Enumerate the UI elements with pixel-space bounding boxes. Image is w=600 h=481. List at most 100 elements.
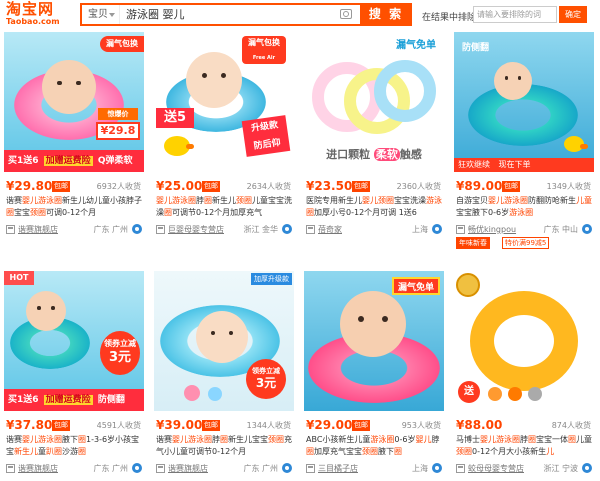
- shop-icon: [156, 464, 165, 473]
- product-card[interactable]: 防侧翻 狂欢继续 现在下单 ¥89.00 包邮 1349人收货 自游宝贝婴儿游泳…: [454, 32, 594, 249]
- wangwang-chat-icon[interactable]: [432, 463, 442, 473]
- title-highlight: 圈: [276, 435, 284, 444]
- product-title[interactable]: 婴儿游泳圈脖圈新生儿颈圈儿童宝宝洗澡圈可调节0-12个月加厚充气: [156, 195, 292, 219]
- title-text: 医院: [306, 196, 322, 205]
- title-highlight: 游泳: [38, 435, 54, 444]
- promo-badge: 惊爆价: [98, 108, 138, 120]
- title-highlight: 颈: [268, 435, 276, 444]
- wangwang-chat-icon[interactable]: [582, 224, 592, 234]
- product-card[interactable]: 送 ¥88.00 874人收货 马博士婴儿游泳圈脖圈宝宝一体圈儿童颈圈0-12个…: [454, 271, 594, 479]
- toy-icon: [208, 387, 222, 401]
- price: ¥39.00: [156, 418, 203, 432]
- title-highlight: 儿: [576, 196, 584, 205]
- title-highlight: 圈: [164, 208, 172, 217]
- exclude-confirm-button[interactable]: 确定: [559, 6, 587, 23]
- shop-link[interactable]: 巨婴母婴专营店: [168, 223, 224, 236]
- price-row: ¥29.80 包邮 6932人收货: [6, 179, 144, 193]
- shop-location: 浙江 金华: [243, 225, 278, 234]
- product-title[interactable]: 马博士婴儿游泳圈脖圈宝宝一体圈儿童颈圈0-12个月大小孩新生儿: [456, 434, 592, 458]
- product-title[interactable]: 谐赛婴儿游泳圈新生儿幼儿童小孩脖子圈宝宝颈圈可调0-12个月: [6, 195, 142, 219]
- search-input[interactable]: 游泳圈 婴儿: [126, 5, 185, 24]
- title-highlight: 圈: [306, 447, 314, 456]
- promo-tag[interactable]: 特价满99减5: [502, 237, 550, 249]
- promo-badge: 漏气包换 Free Air Leakage: [242, 36, 286, 76]
- title-highlight: 颈: [236, 196, 244, 205]
- shop-link[interactable]: 蛟母母婴专营店: [468, 462, 524, 475]
- wangwang-chat-icon[interactable]: [282, 224, 292, 234]
- sales-count: 4591人收货: [96, 421, 141, 430]
- promo-text: 漏气免单: [396, 36, 436, 51]
- product-image[interactable]: 漏气免单 进口颗粒 柔软 触感: [304, 32, 444, 172]
- wangwang-chat-icon[interactable]: [132, 224, 142, 234]
- product-card[interactable]: 漏气包换 惊爆价 ¥29.8 买1送6 加赠运费险 Q弹柔软 ¥29.80 包邮…: [4, 32, 144, 240]
- product-title[interactable]: 谐赛婴儿游泳圈腋下圈1-3-6岁小孩宝宝新生儿童趴圈沙游圈: [6, 434, 142, 458]
- title-text: 新生儿幼儿童小孩脖子: [62, 196, 142, 205]
- wangwang-chat-icon[interactable]: [432, 224, 442, 234]
- promo-text: 领券立减: [252, 367, 280, 375]
- shop-link[interactable]: 谐赛旗舰店: [18, 462, 58, 475]
- toy-icon: [488, 387, 502, 401]
- shop-link[interactable]: 畅优kingpou: [468, 223, 516, 236]
- product-image[interactable]: 送: [454, 271, 594, 411]
- product-card[interactable]: 加厚升级款 领券立减 3元 ¥39.00 包邮 1344人收货 谐赛婴儿游泳圈脖…: [154, 271, 294, 479]
- promo-text: 加赠运费险: [43, 395, 93, 405]
- title-highlight: 圈: [464, 447, 472, 456]
- shop-icon: [306, 464, 315, 473]
- camera-icon[interactable]: [340, 9, 352, 19]
- shop-link[interactable]: 蓓奇家: [318, 223, 342, 236]
- product-image[interactable]: 防侧翻 狂欢继续 现在下单: [454, 32, 594, 172]
- product-image[interactable]: 漏气包换 Free Air Leakage 送5 升级款 防后仰: [154, 32, 294, 172]
- top-bar: 淘宝网 Taobao.com 宝贝 游泳圈 婴儿 搜 索 在结果中排除 请输入要…: [0, 0, 600, 30]
- title-highlight: 圈: [370, 447, 378, 456]
- shop-link[interactable]: 谐赛旗舰店: [18, 223, 58, 236]
- product-image[interactable]: HOT 领券立减 3元 买1送6 加赠运费险 防侧翻: [4, 271, 144, 411]
- title-highlight: 圈: [54, 196, 62, 205]
- shop-link[interactable]: 谐赛旗舰店: [168, 462, 208, 475]
- title-highlight: 圈: [54, 435, 62, 444]
- title-text: 宝宝洗澡: [394, 196, 426, 205]
- gift-badge: 送: [458, 381, 480, 403]
- product-title[interactable]: 医院专用新生儿婴儿颈圈宝宝洗澡游泳圈加厚小号0-12个月可调 1送6: [306, 195, 442, 219]
- promo-text: 领券立减: [104, 339, 136, 348]
- title-text: 童: [38, 447, 46, 456]
- price-row: ¥29.00 包邮 953人收货: [306, 418, 444, 432]
- product-card[interactable]: 漏气免单 ¥29.00 包邮 953人收货 ABC小孩新生儿童游泳圈 0-6岁婴儿…: [304, 271, 444, 479]
- exclude-input[interactable]: 请输入要排除的词: [473, 6, 557, 23]
- product-image[interactable]: 漏气包换 惊爆价 ¥29.8 买1送6 加赠运费险 Q弹柔软: [4, 32, 144, 172]
- wangwang-chat-icon[interactable]: [582, 463, 592, 473]
- wangwang-chat-icon[interactable]: [132, 463, 142, 473]
- promo-text: 触感: [399, 148, 422, 161]
- promo-text: Q弹柔软: [97, 156, 133, 166]
- search-button[interactable]: 搜 索: [360, 3, 412, 26]
- title-highlight: 童: [584, 196, 592, 205]
- baby-face-art: [494, 62, 532, 100]
- product-title[interactable]: 自游宝贝婴儿游泳圈防翻防呛新生儿童宝宝腋下0-6岁游泳圈: [456, 195, 592, 219]
- title-highlight: 圈: [54, 447, 62, 456]
- promo-tag[interactable]: 年味新春: [456, 237, 490, 249]
- price-row: ¥88.00 874人收货: [456, 418, 594, 432]
- taobao-logo[interactable]: 淘宝网 Taobao.com: [6, 1, 68, 27]
- price: ¥29.00: [306, 418, 353, 432]
- shop-link[interactable]: 三目橘子店: [318, 462, 358, 475]
- search-scope-dropdown[interactable]: 宝贝: [82, 5, 120, 24]
- product-card[interactable]: 漏气包换 Free Air Leakage 送5 升级款 防后仰 ¥25.00 …: [154, 32, 294, 240]
- product-card[interactable]: 漏气免单 进口颗粒 柔软 触感 ¥23.50 包邮 2360人收货 医院专用新生儿…: [304, 32, 444, 240]
- coupon-badge: 领券立减 3元: [100, 331, 140, 375]
- title-text: 腋下: [62, 435, 78, 444]
- title-highlight: 婴儿: [480, 435, 496, 444]
- promo-banner: 买1送6 加赠运费险 防侧翻: [4, 389, 144, 411]
- logo-url: Taobao.com: [6, 17, 60, 26]
- rubber-duck-icon: [564, 136, 588, 152]
- product-card[interactable]: HOT 领券立减 3元 买1送6 加赠运费险 防侧翻 ¥37.80 包邮 459…: [4, 271, 144, 479]
- product-title[interactable]: ABC小孩新生儿童游泳圈0-6岁婴儿脖圈加厚充气宝宝颈圈腋下圈: [306, 434, 442, 458]
- wangwang-chat-icon[interactable]: [282, 463, 292, 473]
- shop-location: 广东 中山: [543, 225, 578, 234]
- title-highlight: 婴儿: [362, 196, 378, 205]
- title-highlight: 颈: [362, 447, 370, 456]
- product-image[interactable]: 加厚升级款 领券立减 3元: [154, 271, 294, 411]
- product-title[interactable]: 谐赛婴儿游泳圈脖圈新生儿宝宝颈圈充气小儿童可调节0-12个月: [156, 434, 292, 458]
- title-highlight: 颈: [456, 447, 464, 456]
- title-text: 0-6岁: [394, 435, 416, 444]
- title-highlight: 圈: [6, 208, 14, 217]
- product-image[interactable]: 漏气免单: [304, 271, 444, 411]
